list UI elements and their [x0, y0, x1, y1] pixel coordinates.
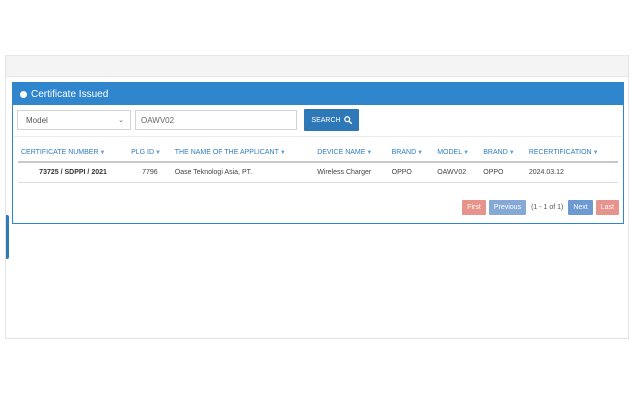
page-frame: Certificate Issued Model ⌄ OAWV02 SEARCH [5, 55, 629, 339]
cell-recertification: 2024.03.12 [525, 162, 618, 183]
sort-arrow-icon: ▼ [508, 150, 515, 156]
bullet-icon [20, 90, 27, 98]
panel-title: Certificate Issued [31, 88, 109, 100]
sort-arrow-icon: ▼ [279, 150, 286, 156]
cell-applicant-name: Oase Teknologi Asia, PT. [171, 162, 315, 183]
col-certificate-number[interactable]: CERTIFICATE NUMBER▼ [18, 146, 129, 163]
pager-first-button[interactable]: First [462, 200, 486, 215]
search-field-select[interactable]: Model ⌄ [17, 110, 131, 130]
col-recertification[interactable]: RECERTIFICATION▼ [525, 146, 618, 163]
certificate-table: CERTIFICATE NUMBER▼ PLG ID▼ THE NAME OF … [18, 146, 618, 183]
side-handle[interactable] [6, 215, 9, 259]
cell-brand: OPPO [388, 162, 435, 183]
cell-device-name: Wireless Charger [314, 162, 389, 183]
certificate-panel: Certificate Issued Model ⌄ OAWV02 SEARCH [12, 82, 624, 224]
sort-arrow-icon: ▼ [592, 150, 599, 156]
pager-last-button[interactable]: Last [595, 200, 619, 215]
panel-header: Certificate Issued [13, 83, 623, 105]
col-plg-id[interactable]: PLG ID▼ [128, 146, 172, 163]
col-brand[interactable]: BRAND▼ [388, 146, 435, 163]
search-button[interactable]: SEARCH [304, 109, 359, 131]
search-field-value: Model [26, 115, 48, 125]
cell-plg-id: 7796 [128, 162, 172, 183]
pager-previous-button[interactable]: Previous [488, 200, 527, 215]
cell-model: OAWV02 [434, 162, 481, 183]
col-brand-2[interactable]: BRAND▼ [480, 146, 526, 163]
cell-certificate-number: 73725 / SDPPI / 2021 [18, 162, 129, 183]
sort-arrow-icon: ▼ [155, 150, 161, 156]
search-row: Model ⌄ OAWV02 SEARCH [17, 109, 621, 132]
pagination: First Previous (1 - 1 of 1) Next Last [462, 200, 619, 215]
col-model[interactable]: MODEL▼ [434, 146, 481, 163]
table-row[interactable]: 73725 / SDPPI / 2021 7796 Oase Teknologi… [18, 162, 618, 183]
search-button-label: SEARCH [311, 116, 341, 124]
sort-arrow-icon: ▼ [99, 150, 106, 156]
sort-arrow-icon: ▼ [366, 150, 373, 156]
cell-brand-2: OPPO [480, 162, 526, 183]
divider [13, 136, 623, 137]
sort-arrow-icon: ▼ [417, 150, 424, 156]
top-bar [6, 55, 628, 77]
col-device-name[interactable]: DEVICE NAME▼ [314, 146, 389, 163]
chevron-down-icon: ⌄ [118, 117, 124, 124]
pager-info: (1 - 1 of 1) [531, 204, 564, 211]
search-icon [343, 116, 352, 124]
pager-next-button[interactable]: Next [568, 200, 593, 215]
search-input-value: OAWV02 [141, 115, 175, 125]
search-input[interactable]: OAWV02 [135, 110, 297, 130]
col-applicant-name[interactable]: THE NAME OF THE APPLICANT▼ [171, 146, 315, 163]
sort-arrow-icon: ▼ [463, 150, 470, 156]
table-header-row: CERTIFICATE NUMBER▼ PLG ID▼ THE NAME OF … [18, 146, 618, 163]
